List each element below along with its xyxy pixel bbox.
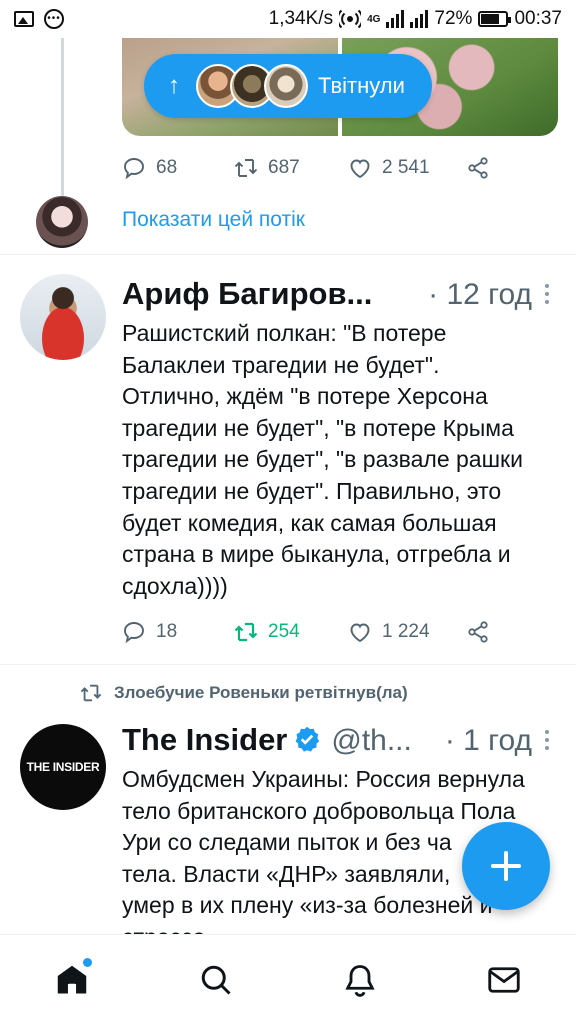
signal-icon-2 (410, 10, 429, 28)
reply-count: 68 (156, 157, 178, 178)
share-icon (468, 157, 488, 179)
retweet-count: 687 (268, 157, 300, 178)
reply-button[interactable]: 68 (122, 156, 234, 180)
author-name[interactable]: The Insider (122, 722, 287, 758)
retweet-button[interactable]: 254 (234, 620, 348, 644)
like-button[interactable]: 1 224 (348, 620, 466, 644)
search-icon (201, 965, 231, 995)
divider (0, 254, 576, 255)
more-options-icon[interactable] (544, 284, 550, 304)
hotspot-icon (339, 9, 362, 29)
pill-label: Твітнули (318, 73, 405, 98)
status-bar: ••• 1,34K/s 4G 72% 00:37 (0, 0, 576, 38)
compose-tweet-button[interactable] (462, 822, 550, 910)
thread-line (61, 38, 64, 196)
nav-notifications[interactable] (330, 950, 390, 1010)
retweeted-by-pill[interactable]: ↑ Твітнули (144, 54, 432, 118)
retweet-icon (234, 622, 258, 642)
new-content-dot (83, 957, 92, 967)
retweet-context[interactable]: Злоебучие Ровеньки ретвітнув(ла) (80, 682, 408, 704)
more-options-icon[interactable] (544, 730, 550, 750)
like-count: 2 541 (382, 157, 430, 178)
retweet-context-text: Злоебучие Ровеньки ретвітнув(ла) (114, 683, 408, 702)
show-thread-link[interactable]: Показати цей потік (122, 208, 305, 232)
battery-percent: 72% (434, 8, 473, 29)
avatar[interactable] (36, 196, 88, 248)
clock: 00:37 (514, 8, 562, 29)
heart-icon (350, 623, 370, 643)
like-count: 1 224 (382, 621, 430, 642)
tweet-header: The Insider @th... · 1 год (122, 722, 532, 758)
avatar[interactable] (20, 274, 106, 360)
like-button[interactable]: 2 541 (348, 156, 466, 180)
heart-icon (350, 159, 370, 179)
home-icon (57, 965, 87, 993)
retweet-button[interactable]: 687 (234, 156, 348, 180)
reply-icon (124, 158, 144, 180)
retweet-count: 254 (268, 621, 300, 642)
notifications-icon (345, 964, 375, 997)
battery-icon (478, 11, 512, 27)
network-type: 4G (367, 13, 381, 25)
author-name[interactable]: Ариф Багиров... (122, 276, 372, 312)
nav-home[interactable] (42, 950, 102, 1010)
share-icon (468, 621, 488, 643)
tweet-time: · 12 год (428, 278, 532, 311)
reply-icon (124, 622, 144, 644)
share-button[interactable] (466, 156, 490, 180)
avatar (264, 64, 308, 108)
avatar[interactable]: THE INSIDER (20, 724, 106, 810)
image-icon (14, 11, 34, 27)
nav-search[interactable] (186, 950, 246, 1010)
nav-messages[interactable] (474, 950, 534, 1010)
network-speed: 1,34K/s (268, 8, 334, 29)
tweet-actions: 18 254 1 224 (122, 620, 490, 644)
messages-icon (488, 966, 520, 993)
timeline-feed[interactable]: ↑ Твітнули 68 687 2 541 Показати цей пот… (0, 38, 576, 934)
verified-badge-icon (295, 726, 320, 752)
tweet-time: · 1 год (444, 724, 532, 757)
retweeter-avatars (196, 64, 308, 108)
arrow-up-icon: ↑ (168, 72, 180, 99)
bottom-navigation (0, 934, 576, 1024)
tweet-text[interactable]: Рашистский полкан: "В потере Балаклеи тр… (122, 318, 542, 602)
divider (0, 664, 576, 665)
more-dots-icon: ••• (44, 9, 64, 29)
avatar-text: THE INSIDER (26, 760, 100, 774)
reply-count: 18 (156, 621, 178, 642)
tweet-actions: 68 687 2 541 (122, 156, 490, 180)
reply-button[interactable]: 18 (122, 620, 234, 644)
retweet-icon (80, 684, 102, 702)
tweet-header: Ариф Багиров... · 12 год (122, 276, 532, 312)
retweet-icon (234, 159, 258, 177)
share-button[interactable] (466, 620, 490, 644)
signal-icon (386, 10, 405, 28)
author-handle: @th... (331, 724, 412, 757)
